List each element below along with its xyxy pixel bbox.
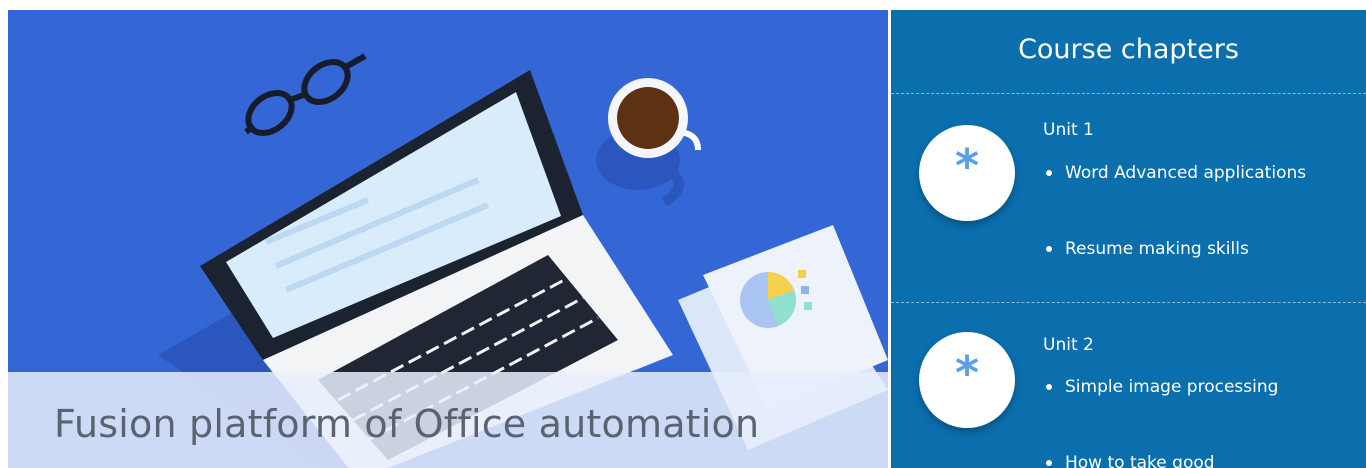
bullet-icon [1046,460,1052,466]
asterisk-icon: * [954,139,980,193]
unit-2-label[interactable]: Unit 2 [1043,335,1094,355]
asterisk-icon: * [954,346,980,400]
glasses-icon [244,53,367,136]
bullet-icon [1046,384,1052,390]
hero-title: Fusion platform of Office automation [54,402,760,446]
divider [891,302,1366,303]
bullet-icon [1046,246,1052,252]
unit-2-badge[interactable]: * [919,332,1015,428]
bullet-icon [1046,170,1052,176]
course-chapters-panel: Course chapters * Unit 1 Word Advanced a… [891,10,1366,468]
unit-1-badge[interactable]: * [919,125,1015,221]
hero-banner: Fusion platform of Office automation [8,10,888,468]
coffee-cup-icon [608,78,701,158]
divider [891,93,1366,94]
unit-1-label[interactable]: Unit 1 [1043,120,1094,140]
panel-title: Course chapters [1018,34,1239,65]
